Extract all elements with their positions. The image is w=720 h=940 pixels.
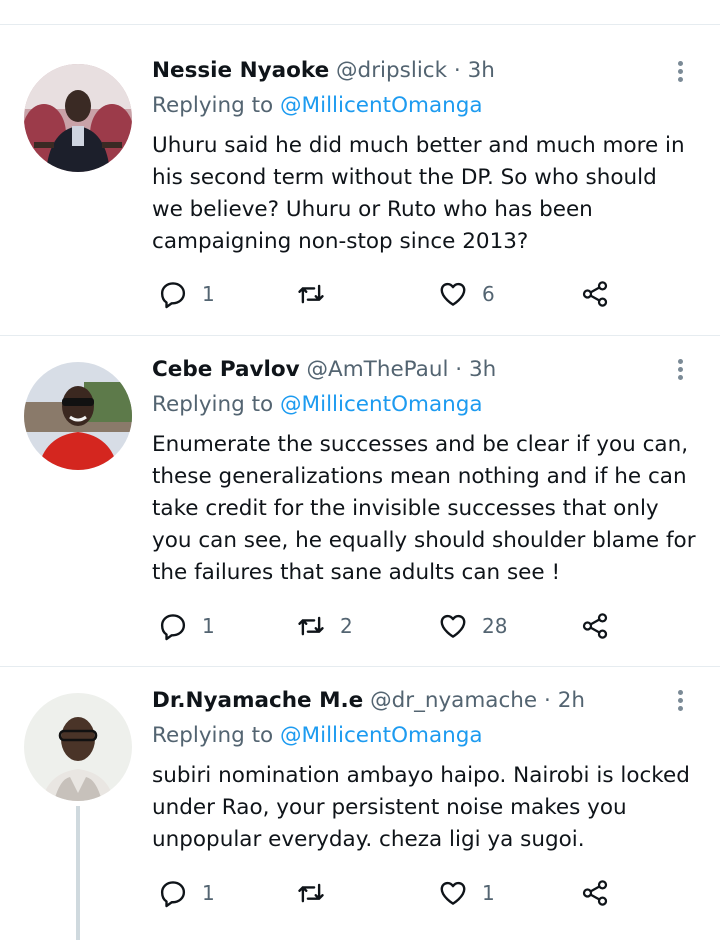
retweet-icon — [298, 883, 324, 903]
like-button[interactable]: 6 — [438, 274, 495, 314]
tweet-text: Enumerate the successes and be clear if … — [152, 432, 696, 585]
more-options-icon[interactable] — [668, 58, 692, 88]
mention-link[interactable]: @MillicentOmanga — [280, 93, 483, 118]
replying-to-label: Replying to — [152, 93, 281, 118]
share-icon — [582, 613, 608, 639]
like-count: 1 — [482, 881, 495, 905]
share-button[interactable] — [580, 274, 610, 314]
share-icon — [582, 281, 608, 307]
retweet-button[interactable] — [296, 873, 340, 913]
reply-button[interactable]: 1 — [158, 606, 215, 646]
more-options-icon[interactable] — [668, 687, 692, 717]
thread-connector-line — [76, 806, 80, 940]
reply-count: 1 — [202, 881, 215, 905]
reply-count: 1 — [202, 282, 215, 306]
timestamp[interactable]: 2h — [558, 688, 585, 713]
reply-button[interactable]: 1 — [158, 274, 215, 314]
user-handle[interactable]: @dripslick — [336, 58, 447, 83]
avatar[interactable] — [24, 362, 132, 470]
replying-to: Replying to @MillicentOmanga — [152, 721, 483, 751]
reply-count: 1 — [202, 614, 215, 638]
heart-icon — [440, 881, 466, 905]
tweet-text: subiri nomination ambayo haipo. Nairobi … — [152, 763, 690, 852]
display-name[interactable]: Cebe Pavlov — [152, 357, 300, 382]
user-handle[interactable]: @dr_nyamache — [370, 688, 537, 713]
share-button[interactable] — [580, 606, 610, 646]
user-handle[interactable]: @AmThePaul — [307, 357, 449, 382]
tweet-header: Cebe Pavlov @AmThePaul · 3h — [152, 355, 496, 385]
retweet-button[interactable] — [296, 274, 340, 314]
tweet-text: Uhuru said he did much better and much m… — [152, 133, 685, 254]
avatar[interactable] — [24, 64, 132, 172]
tweet-header: Nessie Nyaoke @dripslick · 3h — [152, 56, 495, 86]
mention-link[interactable]: @MillicentOmanga — [280, 723, 483, 748]
replying-to-label: Replying to — [152, 723, 281, 748]
retweet-icon — [298, 616, 324, 636]
tweet-actions: 1 1 — [152, 873, 632, 913]
separator: · — [455, 357, 463, 382]
share-button[interactable] — [580, 873, 610, 913]
top-divider — [0, 0, 720, 25]
timestamp[interactable]: 3h — [469, 357, 496, 382]
display-name[interactable]: Dr.Nyamache M.e — [152, 688, 363, 713]
tweet-actions: 1 6 — [152, 274, 632, 314]
tweet-header: Dr.Nyamache M.e @dr_nyamache · 2h — [152, 686, 585, 716]
replying-to-label: Replying to — [152, 392, 281, 417]
like-count: 6 — [482, 282, 495, 306]
reply-icon — [160, 614, 186, 641]
tweet-actions: 1 2 28 — [152, 606, 632, 646]
replying-to: Replying to @MillicentOmanga — [152, 91, 483, 121]
more-options-icon[interactable] — [668, 356, 692, 386]
separator: · — [544, 688, 551, 713]
like-count: 28 — [482, 614, 508, 638]
retweet-count: 2 — [340, 614, 353, 638]
retweet-button[interactable]: 2 — [296, 606, 353, 646]
mention-link[interactable]: @MillicentOmanga — [280, 392, 483, 417]
tweet-nessie-nyaoke[interactable]: Nessie Nyaoke @dripslick · 3h Replying t… — [0, 38, 720, 336]
replying-to: Replying to @MillicentOmanga — [152, 390, 483, 420]
tweet-dr-nyamache[interactable]: Dr.Nyamache M.e @dr_nyamache · 2h Replyi… — [0, 667, 720, 940]
avatar[interactable] — [24, 693, 132, 801]
reply-button[interactable]: 1 — [158, 873, 215, 913]
reply-icon — [160, 881, 186, 908]
like-button[interactable]: 28 — [438, 606, 507, 646]
reply-icon — [160, 282, 186, 309]
heart-icon — [440, 282, 466, 306]
timestamp[interactable]: 3h — [468, 58, 495, 83]
separator: · — [453, 58, 461, 83]
like-button[interactable]: 1 — [438, 873, 495, 913]
display-name[interactable]: Nessie Nyaoke — [152, 58, 329, 83]
tweet-cebe-pavlov[interactable]: Cebe Pavlov @AmThePaul · 3h Replying to … — [0, 336, 720, 667]
retweet-icon — [298, 284, 324, 304]
share-icon — [582, 880, 608, 906]
heart-icon — [440, 614, 466, 638]
